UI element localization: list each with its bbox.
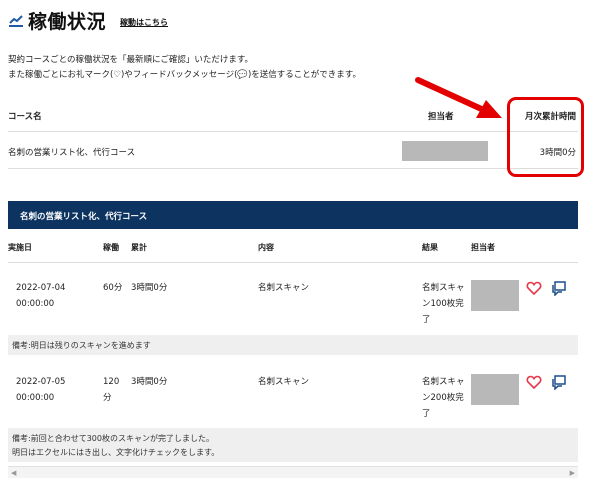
entry-note: 備考:前回と合わせて300枚のスキャンが完了しました。 明日はエクセルにはき出し…	[8, 428, 578, 462]
col-person: 担当者	[471, 243, 495, 252]
col-result: 結果	[422, 243, 438, 252]
summary-table-header: コース名 担当者 月次累計時間	[8, 104, 578, 130]
summary-row: 名刺の営業リスト化、代行コース 3時間0分	[8, 135, 578, 168]
page-title: 稼働状況	[28, 10, 107, 33]
summary-course-name: 名刺の営業リスト化、代行コース	[8, 148, 136, 158]
detail-table-header: 実施日 稼働 累計 内容 結果 担当者	[8, 236, 578, 256]
entry-note: 備考:明日は残りのスキャンを進めます	[8, 335, 578, 355]
entry-duration: 120分	[103, 377, 120, 403]
entry-content: 名刺スキャン	[258, 377, 310, 387]
entry-date: 2022-07-05 00:00:00	[16, 377, 66, 403]
chart-line-icon	[9, 15, 23, 27]
col-duration: 稼働	[103, 243, 119, 252]
heart-icon[interactable]	[526, 374, 542, 390]
annotation-highlight-box	[507, 97, 584, 177]
header-link[interactable]: 稼動はこちら	[120, 17, 168, 28]
note-text: 備考:明日は残りのスキャンを進めます	[12, 341, 151, 350]
intro-text: 契約コースごとの稼働状況を「最新順にご確認」いただけます。 また稼働ごとにお礼マ…	[8, 53, 361, 83]
entry-result: 名刺スキャン200枚完了	[422, 377, 465, 419]
divider	[8, 262, 578, 263]
scroll-right-icon[interactable]: ▶	[570, 469, 575, 477]
col-person: 担当者	[428, 112, 454, 122]
entry-result: 名刺スキャン100枚完了	[422, 283, 465, 325]
col-cumulative: 累計	[131, 243, 147, 252]
detail-section-title: 名刺の営業リスト化、代行コース	[8, 201, 578, 229]
horizontal-scrollbar[interactable]: ◀ ▶	[8, 466, 578, 478]
message-icon[interactable]	[551, 280, 567, 296]
person-redacted	[471, 280, 519, 311]
entry-date: 2022-07-04 00:00:00	[16, 283, 66, 309]
col-course-name: コース名	[8, 112, 42, 122]
note-text: 明日はエクセルにはき出し、文字化けチェックをします。	[12, 448, 220, 457]
table-row: 2022-07-04 00:00:00 60分 3時間0分 名刺スキャン 名刺ス…	[8, 280, 578, 330]
table-row: 2022-07-05 00:00:00 120分 3時間0分 名刺スキャン 名刺…	[8, 374, 578, 424]
divider	[8, 131, 578, 132]
person-redacted	[402, 141, 488, 161]
intro-line-1: 契約コースごとの稼働状況を「最新順にご確認」いただけます。	[8, 55, 253, 65]
entry-cumulative: 3時間0分	[131, 283, 168, 293]
entry-content: 名刺スキャン	[258, 283, 310, 293]
intro-line-2: また稼働ごとにお礼マーク(♡)やフィードバックメッセージ(💬)を送信することがで…	[8, 70, 361, 80]
col-content: 内容	[258, 243, 274, 252]
entry-duration: 60分	[103, 283, 123, 293]
heart-icon[interactable]	[526, 280, 542, 296]
page-header: 稼働状況 稼動はこちら	[8, 8, 168, 33]
note-text: 備考:前回と合わせて300枚のスキャンが完了しました。	[12, 434, 214, 443]
divider	[8, 168, 578, 169]
entry-cumulative: 3時間0分	[131, 377, 168, 387]
scroll-left-icon[interactable]: ◀	[11, 469, 16, 477]
person-redacted	[471, 374, 519, 405]
message-icon[interactable]	[551, 374, 567, 390]
col-date: 実施日	[8, 243, 32, 252]
